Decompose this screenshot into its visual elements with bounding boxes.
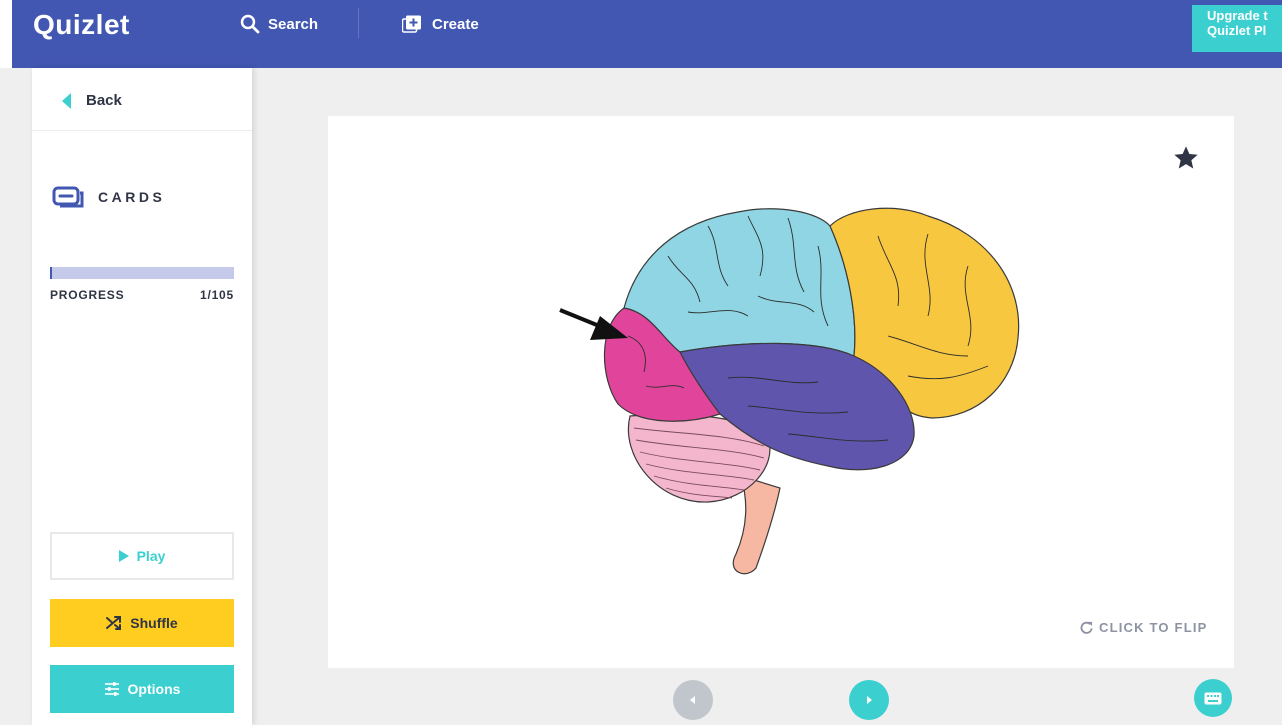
search-label: Search [268,15,319,33]
mode-label: CARDS [98,189,166,205]
sliders-icon [104,682,119,696]
cards-icon [52,186,84,208]
options-button[interactable]: Options [50,665,234,713]
options-label: Options [127,681,181,697]
search-button[interactable]: Search [240,12,318,36]
click-to-flip-hint: CLICK TO FLIP [1080,620,1208,635]
upgrade-button[interactable]: Upgrade t Quizlet Pl [1192,5,1282,52]
back-link[interactable]: Back [62,92,122,109]
quizlet-logo[interactable]: Quizlet [33,9,130,41]
play-label: Play [136,548,166,564]
nav-divider [358,8,359,38]
divider [32,130,252,131]
keyboard-shortcuts-button[interactable] [1194,679,1232,717]
progress-row: PROGRESS 1/105 [50,288,234,302]
create-label: Create [432,15,479,33]
study-sidebar: Back CARDS PROGRESS 1/105 Play Shuffle O… [32,68,252,725]
next-arrow-icon [867,696,872,704]
prev-arrow-icon [690,696,695,704]
brain-diagram [559,207,1020,575]
shuffle-label: Shuffle [130,615,178,631]
play-button[interactable]: Play [50,532,234,580]
play-icon [118,550,129,562]
upgrade-line-1: Upgrade t [1207,8,1268,23]
refresh-icon [1080,621,1093,634]
previous-card-button[interactable] [673,680,713,720]
shuffle-icon [106,616,122,630]
search-icon [240,14,260,34]
left-edge [0,0,12,68]
progress-count: 1/105 [199,288,234,302]
flashcard[interactable]: CLICK TO FLIP [328,116,1234,668]
progress-bar-fill [50,267,52,279]
keyboard-icon [1204,692,1222,704]
flip-hint-label: CLICK TO FLIP [1099,620,1208,635]
back-label: Back [86,92,122,109]
progress-label: PROGRESS [50,288,125,302]
next-card-button[interactable] [849,680,889,720]
progress-bar [50,267,234,279]
create-icon [402,15,421,33]
shuffle-button[interactable]: Shuffle [50,599,234,647]
create-button[interactable]: Create [402,12,479,36]
upgrade-line-2: Quizlet Pl [1207,23,1267,38]
top-navigation-bar: Quizlet Search Create Upgrade t Quizlet … [0,0,1282,68]
chevron-left-icon [62,92,71,109]
study-mode-title: CARDS [52,186,165,208]
